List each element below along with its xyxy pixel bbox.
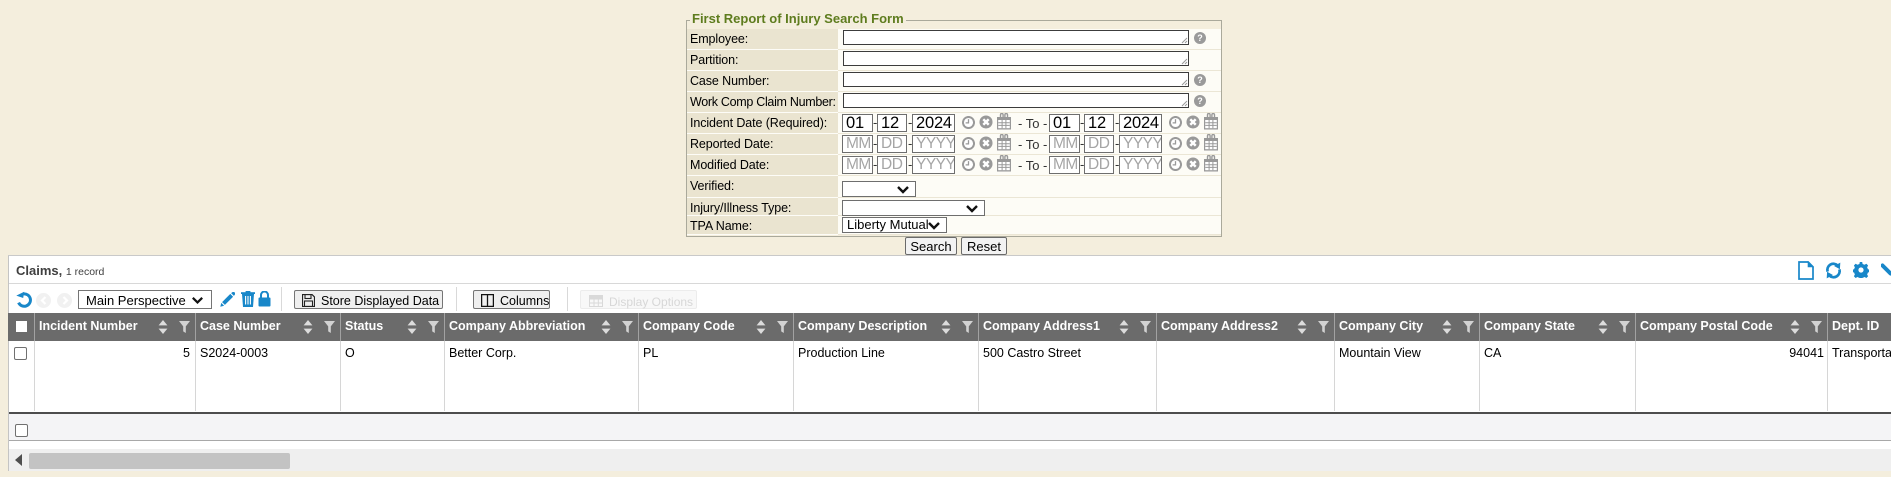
svg-text:?: ? xyxy=(1197,33,1203,43)
svg-text:?: ? xyxy=(1197,96,1203,106)
svg-text:?: ? xyxy=(1197,75,1203,85)
